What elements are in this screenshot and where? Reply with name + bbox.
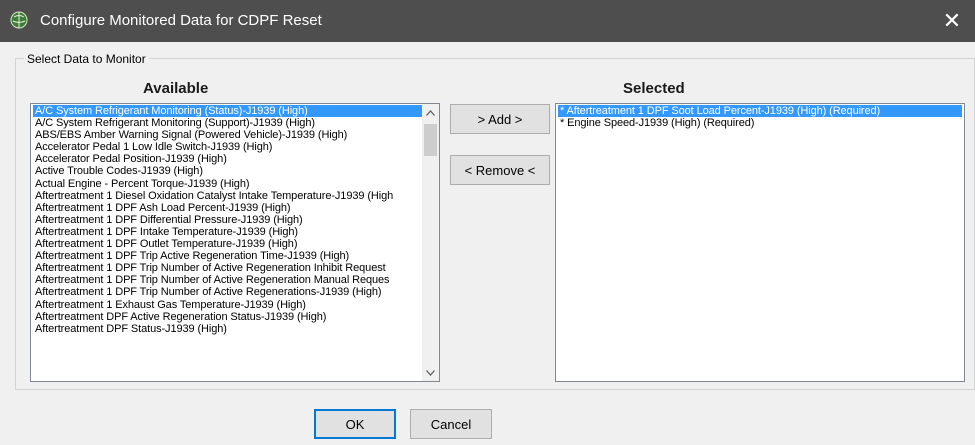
available-scrollbar[interactable] <box>422 104 439 381</box>
list-item[interactable]: A/C System Refrigerant Monitoring (Suppo… <box>33 117 422 129</box>
list-item[interactable]: Aftertreatment 1 DPF Trip Number of Acti… <box>33 286 422 298</box>
group-label: Select Data to Monitor <box>24 52 149 66</box>
available-listbox[interactable]: A/C System Refrigerant Monitoring (Statu… <box>30 103 440 382</box>
title-bar[interactable]: Configure Monitored Data for CDPF Reset … <box>0 0 975 42</box>
selected-items: * Aftertreatment 1 DPF Soot Load Percent… <box>558 105 962 129</box>
list-item[interactable]: Aftertreatment 1 Diesel Oxidation Cataly… <box>33 190 422 202</box>
close-button[interactable]: ✕ <box>929 0 975 42</box>
cancel-button[interactable]: Cancel <box>410 409 492 439</box>
chevron-down-icon[interactable] <box>422 364 439 381</box>
list-item[interactable]: Aftertreatment 1 DPF Trip Number of Acti… <box>33 262 422 274</box>
list-item[interactable]: Accelerator Pedal 1 Low Idle Switch-J193… <box>33 141 422 153</box>
list-item[interactable]: ABS/EBS Amber Warning Signal (Powered Ve… <box>33 129 422 141</box>
list-item[interactable]: * Engine Speed-J1939 (High) (Required) <box>558 117 962 129</box>
available-items: A/C System Refrigerant Monitoring (Statu… <box>33 105 422 335</box>
scroll-thumb[interactable] <box>424 124 437 156</box>
list-item[interactable]: Aftertreatment 1 DPF Intake Temperature-… <box>33 226 422 238</box>
list-item[interactable]: Aftertreatment DPF Status-J1939 (High) <box>33 323 422 335</box>
list-item[interactable]: Aftertreatment DPF Active Regeneration S… <box>33 311 422 323</box>
list-item[interactable]: A/C System Refrigerant Monitoring (Statu… <box>33 105 422 118</box>
list-item[interactable]: Aftertreatment 1 DPF Differential Pressu… <box>33 214 422 226</box>
remove-button[interactable]: < Remove < <box>450 155 550 185</box>
list-item[interactable]: Actual Engine - Percent Torque-J1939 (Hi… <box>33 178 422 190</box>
list-item[interactable]: Aftertreatment 1 DPF Trip Active Regener… <box>33 250 422 262</box>
list-item[interactable]: Aftertreatment 1 DPF Outlet Temperature-… <box>33 238 422 250</box>
available-heading: Available <box>143 80 209 97</box>
chevron-up-icon[interactable] <box>422 104 439 121</box>
window-title: Configure Monitored Data for CDPF Reset <box>40 12 322 29</box>
app-globe-icon <box>10 11 28 29</box>
ok-button[interactable]: OK <box>314 409 396 439</box>
add-button[interactable]: > Add > <box>450 104 550 134</box>
list-item[interactable]: Accelerator Pedal Position-J1939 (High) <box>33 153 422 165</box>
selected-listbox[interactable]: * Aftertreatment 1 DPF Soot Load Percent… <box>555 103 965 382</box>
selected-heading: Selected <box>623 80 685 97</box>
list-item[interactable]: Aftertreatment 1 Exhaust Gas Temperature… <box>33 299 422 311</box>
list-item[interactable]: Active Trouble Codes-J1939 (High) <box>33 165 422 177</box>
list-item[interactable]: Aftertreatment 1 DPF Ash Load Percent-J1… <box>33 202 422 214</box>
close-icon: ✕ <box>942 8 962 33</box>
list-item[interactable]: Aftertreatment 1 DPF Trip Number of Acti… <box>33 274 422 286</box>
list-item[interactable]: * Aftertreatment 1 DPF Soot Load Percent… <box>558 105 962 118</box>
